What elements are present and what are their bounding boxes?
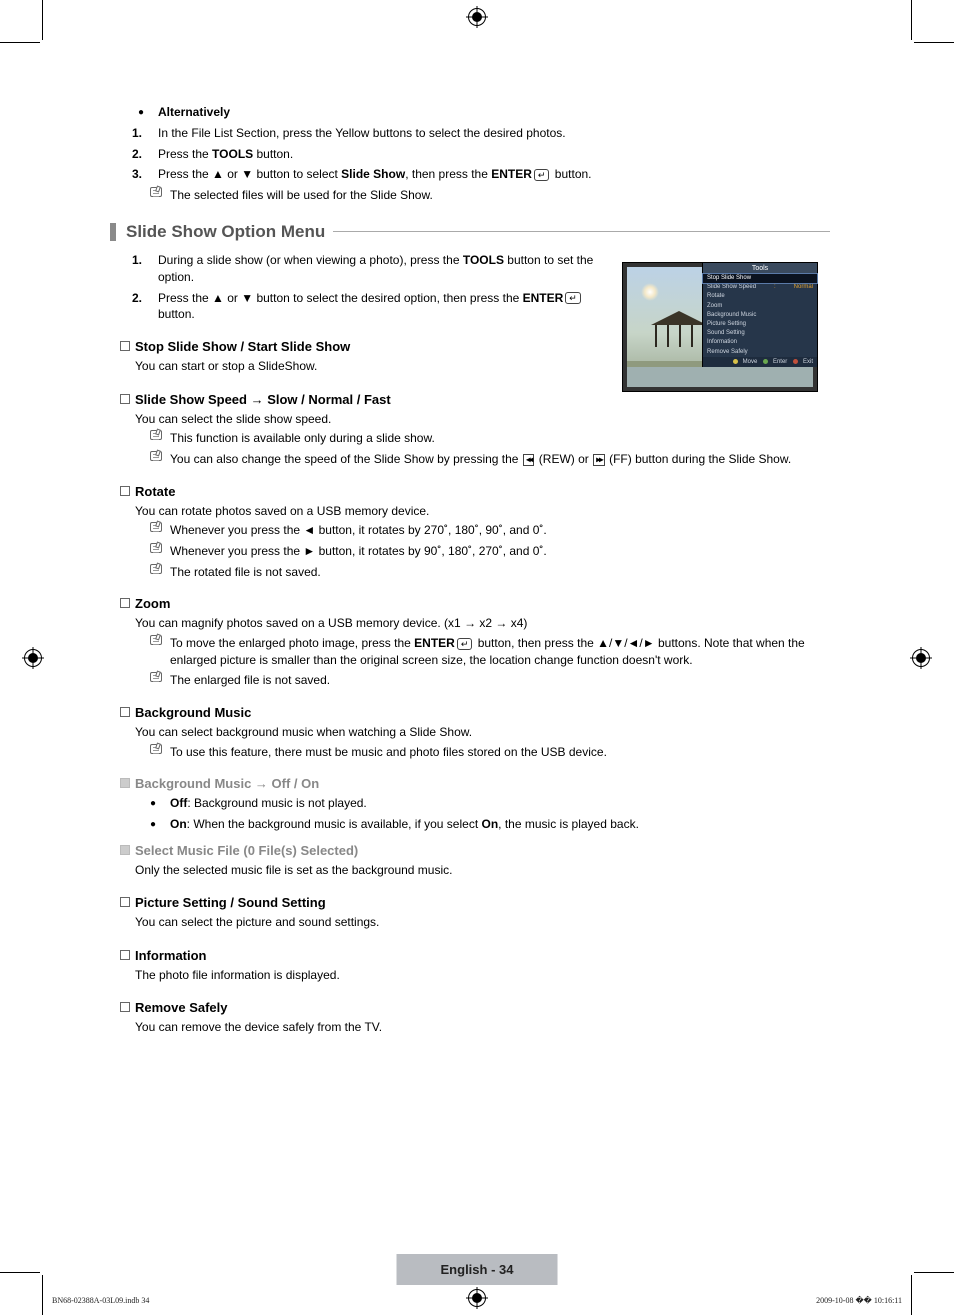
zoom-note-1: To move the enlarged photo image, press … [110, 635, 830, 669]
bgm-note-1: To use this feature, there must be music… [110, 744, 830, 761]
note-icon [150, 564, 162, 574]
note-icon [150, 635, 162, 645]
bgm-body: You can select background music when wat… [110, 724, 830, 741]
tools-menu-item: Sound Setting [703, 329, 817, 338]
note-icon [150, 522, 162, 532]
page-footer: English - 34 [397, 1254, 558, 1285]
rotate-note-2: Whenever you press the ► button, it rota… [110, 543, 830, 560]
alt-step-2: 2. Press the TOOLS button. [110, 146, 830, 163]
section-bar-icon [110, 223, 116, 241]
registration-mark-icon [466, 1287, 488, 1309]
alt-step-3: 3. Press the ▲ or ▼ button to select Sli… [110, 166, 830, 183]
speed-note-1: This function is available only during a… [110, 430, 830, 447]
remove-body: You can remove the device safely from th… [110, 1019, 830, 1036]
doc-timestamp: 2009-10-08 �� 10:16:11 [816, 1296, 902, 1305]
bgm-sub2-body: Only the selected music file is set as t… [110, 862, 830, 879]
rotate-body: You can rotate photos saved on a USB mem… [110, 503, 830, 520]
note-icon [150, 543, 162, 553]
info-heading: Information [110, 948, 830, 963]
zoom-body: You can magnify photos saved on a USB me… [110, 615, 830, 632]
note-icon [150, 744, 162, 754]
page-content: ● Alternatively 1. In the File List Sect… [110, 104, 830, 1038]
intro-step-2: 2. Press the ▲ or ▼ button to select the… [110, 290, 610, 324]
tools-panel: Tools Stop Slide ShowSlide Show Speed : … [702, 263, 817, 367]
tools-menu-item: Remove Safely [703, 348, 817, 357]
section-title: Slide Show Option Menu [126, 222, 325, 242]
registration-mark-icon [22, 647, 44, 669]
fast-forward-icon [593, 454, 605, 466]
zoom-heading: Zoom [110, 596, 830, 611]
enter-icon [534, 169, 550, 181]
enter-icon [457, 638, 473, 650]
rotate-note-3: The rotated file is not saved. [110, 564, 830, 581]
info-body: The photo file information is displayed. [110, 967, 830, 984]
tools-menu-item: Rotate [703, 292, 817, 301]
bgm-sub2-heading: Select Music File (0 File(s) Selected) [110, 843, 830, 858]
alt-heading: Alternatively [158, 105, 230, 119]
tools-menu-item: Information [703, 338, 817, 347]
tools-menu-item: Stop Slide Show [703, 274, 817, 283]
intro-step-1: 1. During a slide show (or when viewing … [110, 252, 610, 286]
section-heading: Slide Show Option Menu [110, 222, 830, 242]
remove-heading: Remove Safely [110, 1000, 830, 1015]
bgm-heading: Background Music [110, 705, 830, 720]
doc-id: BN68-02388A-03L09.indb 34 [52, 1296, 149, 1305]
note-icon [150, 451, 162, 461]
tools-menu-item: Picture Setting [703, 320, 817, 329]
rewind-icon [523, 454, 535, 466]
speed-body: You can select the slide show speed. [110, 411, 830, 428]
alt-step-1: 1. In the File List Section, press the Y… [110, 125, 830, 142]
bgm-on-line: ● On: When the background music is avail… [110, 816, 830, 833]
alt-heading-line: ● Alternatively [110, 104, 830, 121]
speed-heading: Slide Show Speed → Slow / Normal / Fast [110, 392, 830, 407]
speed-note-2: You can also change the speed of the Sli… [110, 451, 830, 468]
tools-panel-buttons: Move Enter Exit [703, 357, 817, 367]
bgm-off-line: ● Off: Background music is not played. [110, 795, 830, 812]
enter-icon [565, 292, 581, 304]
alt-note: The selected files will be used for the … [110, 187, 830, 204]
rotate-note-1: Whenever you press the ◄ button, it rota… [110, 522, 830, 539]
note-icon [150, 672, 162, 682]
tools-menu-item: Background Music [703, 311, 817, 320]
picsound-body: You can select the picture and sound set… [110, 914, 830, 931]
bgm-sub1-heading: Background Music → Off / On [110, 776, 830, 791]
tools-osd-screenshot: Tools Stop Slide ShowSlide Show Speed : … [622, 262, 818, 392]
rotate-heading: Rotate [110, 484, 830, 499]
registration-mark-icon [910, 647, 932, 669]
tools-panel-title: Tools [703, 263, 817, 274]
picsound-heading: Picture Setting / Sound Setting [110, 895, 830, 910]
registration-mark-icon [466, 6, 488, 28]
tools-menu-item: Slide Show Speed : Normal [703, 283, 817, 292]
note-icon [150, 187, 162, 197]
note-icon [150, 430, 162, 440]
zoom-note-2: The enlarged file is not saved. [110, 672, 830, 689]
tools-menu-item: Zoom [703, 302, 817, 311]
manual-page: ● Alternatively 1. In the File List Sect… [0, 0, 954, 1315]
